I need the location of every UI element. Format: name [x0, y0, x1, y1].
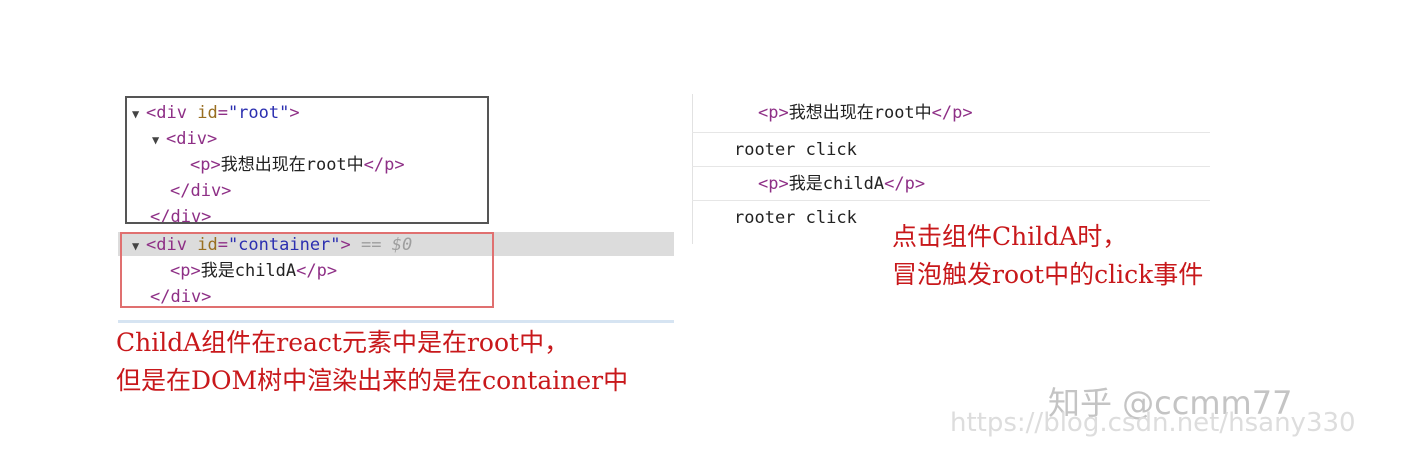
- console-log-text: rooter click: [734, 208, 857, 228]
- elements-panel: ▼ <div id="root"> ▼ <div> <p>我想出现在root中</p…: [118, 94, 674, 326]
- annotation-right-line2: 冒泡触发root中的click事件: [892, 260, 1204, 289]
- annotation-left-line2: 但是在DOM树中渲染出来的是在container中: [116, 366, 629, 395]
- console-log-element: <p>我是childA</p>: [758, 167, 925, 201]
- console-row[interactable]: <p>我想出现在root中</p>: [692, 96, 1210, 130]
- root-highlight-box: [125, 96, 489, 224]
- annotation-right-line1: 点击组件ChildA时，: [892, 222, 1128, 251]
- tag-p-close: </p>: [884, 174, 926, 194]
- container-highlight-box: [120, 232, 494, 308]
- tag-p-open: <p>: [758, 103, 789, 123]
- p-text: 我是childA: [788, 174, 885, 194]
- console-log-text: rooter click: [734, 140, 857, 160]
- watermark-url: https://blog.csdn.net/hsany330: [950, 408, 1356, 438]
- console-log-element: <p>我想出现在root中</p>: [758, 96, 973, 130]
- p-text: 我想出现在root中: [788, 103, 932, 123]
- tag-p-open: <p>: [758, 174, 789, 194]
- console-row[interactable]: <p>我是childA</p>: [692, 166, 1210, 200]
- panel-divider: [118, 320, 674, 323]
- annotation-left-line1: ChildA组件在react元素中是在root中，: [116, 328, 570, 357]
- tag-p-close: </p>: [931, 103, 973, 123]
- console-row[interactable]: rooter click: [692, 132, 1210, 166]
